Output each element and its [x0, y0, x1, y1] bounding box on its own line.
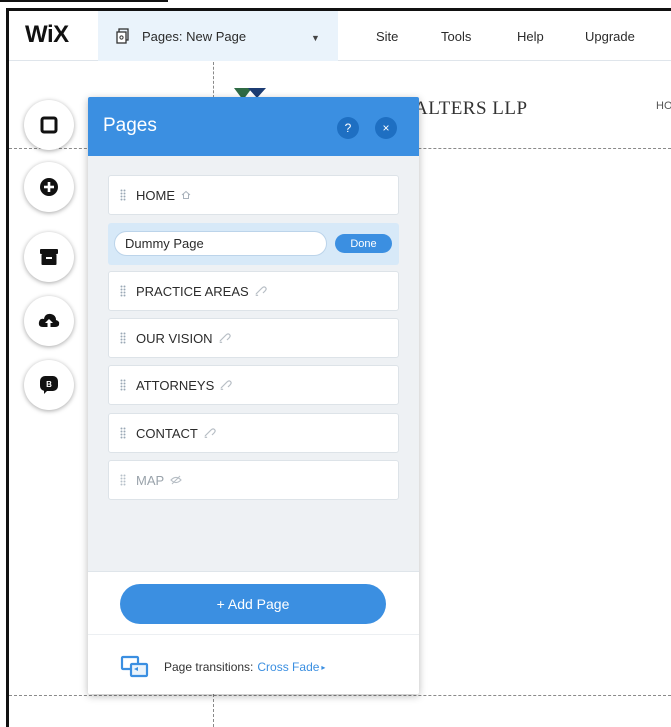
gridline-left [213, 694, 214, 727]
page-transitions-setting: Page transitions: Cross Fade ▸ [120, 653, 325, 681]
page-item-label: OUR VISION [136, 330, 213, 346]
pages-panel: Pages ? × HOME Done PRACTICE AREAS [88, 97, 419, 694]
menu-site[interactable]: Site [376, 29, 398, 44]
wix-logo: WiX [25, 21, 69, 48]
footer-guide-line [9, 695, 671, 696]
play-arrow-icon: ▸ [321, 662, 326, 672]
menu-help[interactable]: Help [517, 29, 544, 44]
page-layout-icon [40, 116, 58, 134]
current-page-label: Pages: New Page [142, 28, 247, 44]
page-name-input[interactable] [114, 231, 327, 256]
page-item-map[interactable]: MAP [108, 460, 399, 500]
menu-upgrade[interactable]: Upgrade [585, 29, 635, 44]
link-icon [218, 333, 231, 343]
add-icon [40, 178, 58, 196]
add-page-button[interactable]: + Add Page [120, 584, 386, 624]
page-item-label: PRACTICE AREAS [136, 283, 249, 299]
panel-header: Pages ? × [88, 97, 419, 156]
close-icon: × [382, 121, 390, 135]
page-layout-button[interactable] [24, 100, 74, 150]
home-icon [181, 190, 191, 199]
page-item-practice-areas[interactable]: PRACTICE AREAS [108, 271, 399, 311]
page-item-label: MAP [136, 472, 165, 488]
transitions-icon [120, 655, 149, 678]
drag-handle-icon[interactable] [120, 427, 126, 439]
frame-edge [0, 0, 168, 2]
menu-tools[interactable]: Tools [441, 29, 471, 44]
upload-icon [38, 313, 60, 327]
divider [88, 634, 419, 635]
hidden-eye-icon [170, 475, 182, 485]
page-item-our-vision[interactable]: OUR VISION [108, 318, 399, 358]
site-nav-item[interactable]: HO [656, 100, 671, 112]
blog-chat-icon: B [40, 376, 58, 394]
drag-handle-icon[interactable] [120, 332, 126, 344]
pages-icon [116, 28, 129, 44]
page-item-contact[interactable]: CONTACT [108, 413, 399, 453]
site-header-title: ALTERS LLP [414, 98, 528, 119]
link-icon [254, 286, 267, 296]
page-selector[interactable]: Pages: New Page ▼ [98, 11, 338, 61]
editor-top-bar: WiX Pages: New Page ▼ Site Tools Help Up… [9, 11, 671, 61]
drag-handle-icon[interactable] [120, 189, 126, 201]
page-item-label: CONTACT [136, 425, 198, 441]
done-button[interactable]: Done [335, 234, 392, 253]
help-button[interactable]: ? [337, 117, 359, 139]
page-item-label: HOME [136, 187, 175, 203]
transitions-value-link[interactable]: Cross Fade [257, 660, 319, 674]
page-item-label: ATTORNEYS [136, 377, 215, 393]
page-item-editing: Done [108, 223, 399, 265]
svg-text:B: B [46, 380, 52, 389]
page-item-home[interactable]: HOME [108, 175, 399, 215]
panel-title: Pages [103, 115, 157, 136]
media-archive-icon [40, 249, 58, 265]
media-button[interactable] [24, 232, 74, 282]
link-icon [220, 380, 232, 390]
transitions-label: Page transitions: [164, 660, 254, 674]
gridline-left [213, 62, 214, 98]
page-item-attorneys[interactable]: ATTORNEYS [108, 365, 399, 405]
blog-button[interactable]: B [24, 360, 74, 410]
drag-handle-icon[interactable] [120, 379, 126, 391]
help-icon: ? [344, 121, 352, 135]
add-button[interactable] [24, 162, 74, 212]
drag-handle-icon[interactable] [120, 285, 126, 297]
drag-handle-icon[interactable] [120, 474, 126, 486]
chevron-down-icon: ▼ [311, 33, 320, 43]
close-button[interactable]: × [375, 117, 397, 139]
link-icon [204, 428, 216, 438]
upload-button[interactable] [24, 296, 74, 346]
